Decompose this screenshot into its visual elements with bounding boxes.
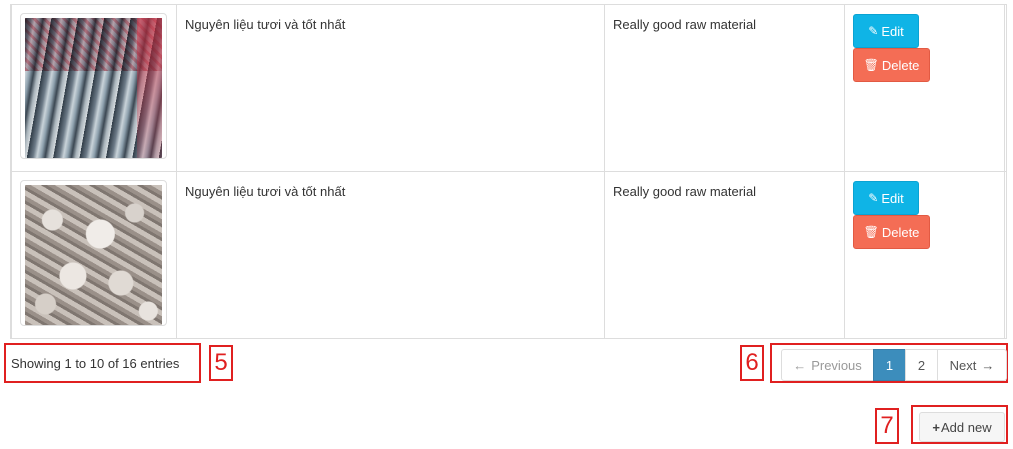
actions-cell: ✎ Edit 🗑 Delete <box>844 171 1007 339</box>
next-page-button[interactable]: Next → <box>937 349 1007 381</box>
image-cell <box>11 4 177 172</box>
thumbnail-frame <box>20 180 167 326</box>
annotation-marker-5: 5 <box>209 345 233 381</box>
edit-icon: ✎ <box>868 24 879 38</box>
description-cell: Really good raw material <box>604 171 845 339</box>
actions-cell: ✎ Edit 🗑 Delete <box>844 4 1007 172</box>
product-description: Really good raw material <box>613 184 757 199</box>
delete-label: Delete <box>881 57 920 73</box>
edit-button[interactable]: ✎ Edit <box>853 14 919 48</box>
edit-button[interactable]: ✎ Edit <box>853 181 919 215</box>
page-2-button[interactable]: 2 <box>905 349 938 381</box>
previous-label: Previous <box>811 357 862 373</box>
entries-info-text: Showing 1 to 10 of 16 entries <box>11 355 180 371</box>
delete-button[interactable]: 🗑 Delete <box>853 48 930 82</box>
delete-label: Delete <box>881 224 920 240</box>
previous-page-button[interactable]: ← Previous <box>781 349 874 381</box>
product-name: Nguyên liệu tươi và tốt nhất <box>185 17 346 32</box>
plus-icon: + <box>932 419 940 435</box>
page-1-button[interactable]: 1 <box>873 349 906 381</box>
image-cell <box>11 171 177 339</box>
annotation-marker-6: 6 <box>740 345 764 381</box>
trash-icon: 🗑 <box>863 225 879 239</box>
thumbnail-frame <box>20 13 167 159</box>
description-cell: Really good raw material <box>604 4 845 172</box>
edit-label: Edit <box>881 190 904 206</box>
add-new-button[interactable]: + Add new <box>919 412 1005 442</box>
pagination-highlight: ← Previous 1 2 Next → <box>770 343 1008 383</box>
annotation-marker-7: 7 <box>875 408 899 444</box>
products-table: Nguyên liệu tươi và tốt nhất Really good… <box>10 4 1007 339</box>
arrow-right-icon: → <box>981 357 995 373</box>
edit-label: Edit <box>881 23 904 39</box>
squid-image <box>25 185 162 325</box>
pagination: ← Previous 1 2 Next → <box>781 349 1007 381</box>
fish-image <box>25 18 163 158</box>
add-new-label: Add new <box>941 419 992 435</box>
table-row: Nguyên liệu tươi và tốt nhất Really good… <box>11 171 1007 339</box>
trash-icon: 🗑 <box>863 58 879 72</box>
delete-button[interactable]: 🗑 Delete <box>853 215 930 249</box>
edit-icon: ✎ <box>868 191 879 205</box>
name-cell: Nguyên liệu tươi và tốt nhất <box>176 4 605 172</box>
entries-info: Showing 1 to 10 of 16 entries <box>4 343 201 383</box>
product-description: Really good raw material <box>613 17 757 32</box>
name-cell: Nguyên liệu tươi và tốt nhất <box>176 171 605 339</box>
add-new-highlight: + Add new <box>911 405 1008 444</box>
table-row: Nguyên liệu tươi và tốt nhất Really good… <box>11 4 1007 172</box>
product-name: Nguyên liệu tươi và tốt nhất <box>185 184 346 199</box>
arrow-left-icon: ← <box>793 357 807 373</box>
next-label: Next <box>949 357 977 373</box>
